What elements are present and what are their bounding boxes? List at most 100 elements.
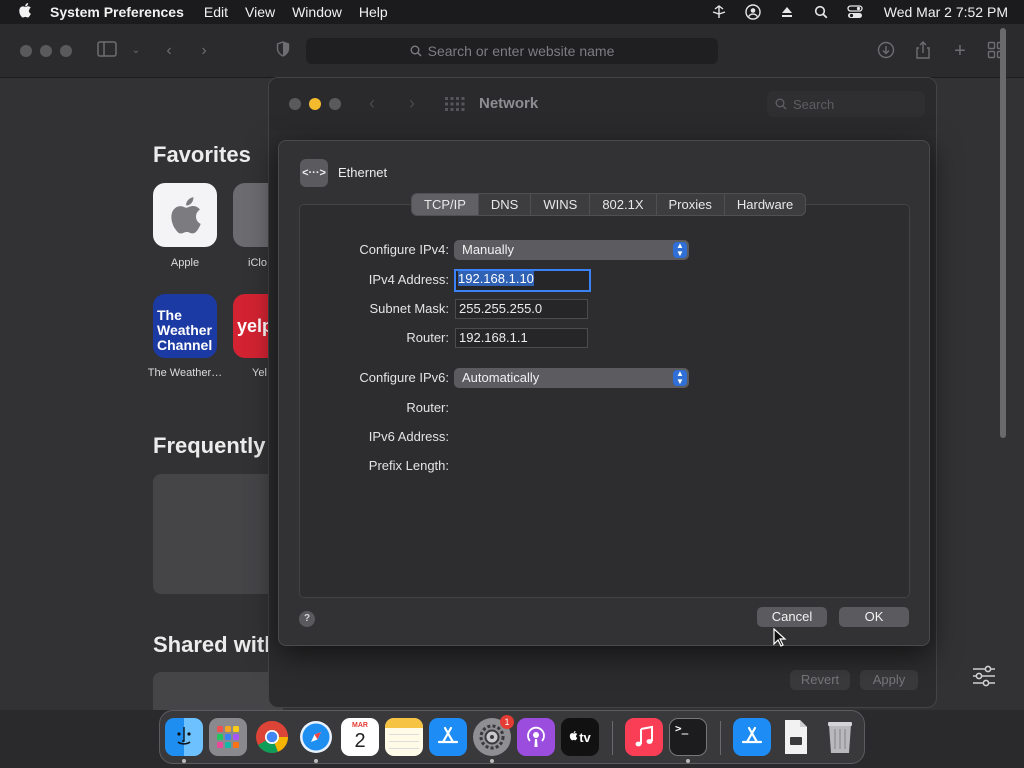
apply-button[interactable]: Apply	[860, 670, 918, 690]
configure-ipv4-label: Configure IPv4:	[359, 242, 449, 257]
forward-arrow-icon[interactable]: ›	[194, 41, 214, 61]
prefs-search-placeholder: Search	[793, 96, 835, 112]
router-field[interactable]: 192.168.1.1	[455, 328, 588, 348]
settings-badge: 1	[500, 715, 514, 729]
eject-icon[interactable]	[778, 4, 796, 20]
apple-logo-icon	[569, 730, 578, 744]
menu-help[interactable]: Help	[359, 4, 388, 20]
menu-bar: System Preferences Edit View Window Help…	[0, 0, 1024, 24]
favorite-yelp-label: Yel	[252, 367, 267, 379]
sidebar-toggle-icon[interactable]	[97, 41, 117, 61]
search-icon	[775, 98, 787, 110]
apple-tv-label: tv	[579, 729, 591, 745]
window-minimize-button[interactable]	[309, 98, 321, 110]
revert-button[interactable]: Revert	[790, 670, 850, 690]
prefs-titlebar: ‹ › Network Search	[269, 78, 936, 130]
favorite-yelp[interactable]: yelp	[233, 294, 273, 358]
favorite-apple[interactable]	[153, 183, 217, 247]
dock-app-store-downloads-icon[interactable]	[733, 718, 771, 756]
weather-channel-logo: The Weather Channel	[157, 307, 213, 353]
dock-finder-icon[interactable]	[165, 718, 203, 756]
dock-music-icon[interactable]	[625, 718, 663, 756]
page-scrollbar[interactable]	[1000, 28, 1006, 438]
dock-apple-tv-icon[interactable]: tv	[561, 718, 599, 756]
user-account-icon[interactable]	[744, 4, 762, 20]
dock-chrome-icon[interactable]	[253, 718, 291, 756]
spotlight-search-icon[interactable]	[812, 4, 830, 20]
frequently-visited-card[interactable]	[153, 474, 283, 594]
ipv4-address-field[interactable]: 192.168.1.10	[454, 269, 591, 292]
prefix-length-label: Prefix Length:	[368, 458, 449, 473]
dock-terminal-icon[interactable]: >_	[669, 718, 707, 756]
back-chevron-icon[interactable]: ‹	[369, 93, 375, 114]
favorite-apple-label: Apple	[170, 257, 200, 269]
mouse-pointer-icon	[773, 627, 787, 648]
interface-name: Ethernet	[338, 165, 388, 180]
new-tab-plus-icon[interactable]: +	[950, 41, 970, 61]
configure-ipv6-label: Configure IPv6:	[359, 370, 449, 385]
ethernet-advanced-sheet: <···> Ethernet TCP/IP DNS WINS 802.1X Pr…	[278, 140, 930, 646]
window-title: Network	[479, 95, 539, 112]
privacy-shield-icon[interactable]	[273, 41, 293, 61]
menu-window[interactable]: Window	[292, 4, 342, 20]
configure-ipv4-popup[interactable]: Manually ▲ ▼	[454, 240, 689, 260]
prefs-search-field[interactable]: Search	[767, 91, 925, 117]
ipv4-address-value: 192.168.1.10	[458, 271, 534, 286]
ipv4-address-label: IPv4 Address:	[368, 272, 449, 287]
start-page-settings-icon[interactable]	[970, 662, 1004, 696]
dock-notes-icon[interactable]	[385, 718, 423, 756]
address-bar[interactable]: Search or enter website name	[306, 38, 718, 64]
finder-running-indicator	[182, 759, 186, 763]
router-label: Router:	[406, 330, 449, 345]
tab-dns[interactable]: DNS	[479, 194, 532, 215]
favorite-icloud-label: iClo	[248, 257, 267, 269]
safari-running-indicator	[314, 759, 318, 763]
app-name-menu[interactable]: System Preferences	[50, 4, 184, 20]
cancel-button[interactable]: Cancel	[757, 607, 827, 627]
dock-podcasts-icon[interactable]	[517, 718, 555, 756]
yelp-logo: yelp	[237, 316, 273, 336]
window-close-button[interactable]	[289, 98, 301, 110]
apple-menu-icon[interactable]	[10, 2, 40, 22]
subnet-mask-value: 255.255.255.0	[459, 301, 543, 316]
tab-tcpip[interactable]: TCP/IP	[412, 194, 479, 215]
menu-bar-clock[interactable]: Wed Mar 2 7:52 PM	[884, 4, 1008, 20]
dock-app-store-icon[interactable]	[429, 718, 467, 756]
router-value: 192.168.1.1	[459, 330, 528, 345]
network-status-icon[interactable]	[710, 4, 728, 20]
menu-edit[interactable]: Edit	[204, 4, 228, 20]
safari-minimize-button[interactable]	[40, 45, 52, 57]
tab-proxies[interactable]: Proxies	[657, 194, 725, 215]
chevron-down-icon[interactable]: ⌄	[126, 41, 146, 61]
configure-ipv6-popup[interactable]: Automatically ▲ ▼	[454, 368, 689, 388]
terminal-running-indicator	[686, 759, 690, 763]
downloads-icon[interactable]	[876, 41, 896, 61]
dock-launchpad-icon[interactable]	[209, 718, 247, 756]
help-button[interactable]: ?	[299, 611, 315, 627]
share-icon[interactable]	[913, 41, 933, 61]
window-zoom-button[interactable]	[329, 98, 341, 110]
menu-view[interactable]: View	[245, 4, 275, 20]
favorite-weather-channel[interactable]: The Weather Channel	[153, 294, 217, 358]
tab-8021x[interactable]: 802.1X	[590, 194, 657, 215]
dock: MAR 2 1 tv >_	[159, 710, 865, 764]
dock-trash-icon[interactable]	[821, 718, 859, 756]
forward-chevron-icon[interactable]: ›	[409, 93, 415, 114]
back-arrow-icon[interactable]: ‹	[159, 41, 179, 61]
popup-arrows-icon: ▲ ▼	[673, 370, 687, 386]
tab-wins[interactable]: WINS	[531, 194, 591, 215]
favorite-icloud[interactable]	[233, 183, 273, 247]
control-center-icon[interactable]	[846, 4, 864, 20]
dock-separator	[612, 721, 613, 755]
safari-zoom-button[interactable]	[60, 45, 72, 57]
shared-with-you-card[interactable]	[153, 672, 283, 710]
subnet-mask-field[interactable]: 255.255.255.0	[455, 299, 588, 319]
tab-hardware[interactable]: Hardware	[725, 194, 805, 215]
dock-document-icon[interactable]	[777, 718, 815, 756]
safari-close-button[interactable]	[20, 45, 32, 57]
dock-safari-icon[interactable]	[297, 718, 335, 756]
dock-calendar-icon[interactable]: MAR 2	[341, 718, 379, 756]
show-all-grid-icon[interactable]	[445, 97, 465, 114]
ok-button[interactable]: OK	[839, 607, 909, 627]
calendar-day: 2	[354, 729, 366, 752]
